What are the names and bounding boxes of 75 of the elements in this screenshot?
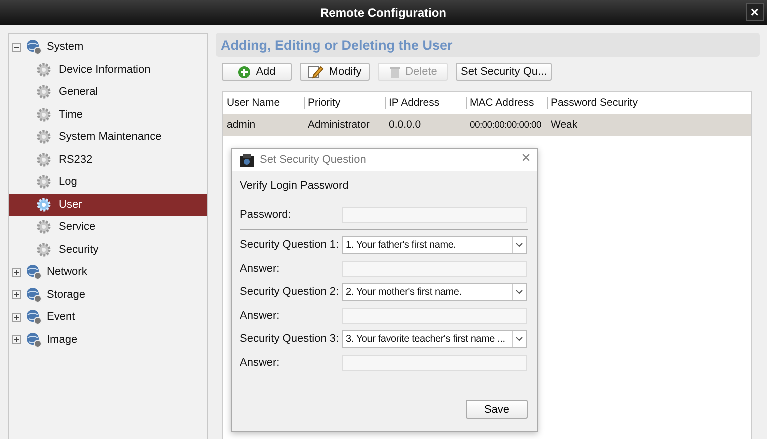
- tree-item[interactable]: Storage: [9, 284, 207, 306]
- tree-item[interactable]: General: [9, 81, 207, 104]
- section-label: Verify Login Password: [240, 180, 350, 194]
- trash-icon: [388, 66, 401, 78]
- expand-toggle-icon[interactable]: [12, 335, 21, 344]
- gear-icon: [37, 152, 51, 167]
- expand-toggle-icon[interactable]: [12, 42, 21, 52]
- column-header[interactable]: IP Address: [385, 97, 466, 109]
- input-field[interactable]: [342, 260, 527, 277]
- globe-gear-icon: [26, 332, 42, 348]
- question-dropdown[interactable]: 3. Your favorite teacher's first name ...: [342, 330, 527, 348]
- tree-item[interactable]: Event: [9, 306, 207, 328]
- column-header[interactable]: Password Security: [547, 97, 751, 109]
- globe-gear-icon: [26, 286, 42, 303]
- column-header[interactable]: MAC Address: [466, 97, 547, 109]
- table-cell-text: admin: [226, 119, 257, 131]
- gear-icon: [37, 108, 51, 122]
- globe-gear-icon: [26, 264, 42, 280]
- gear-icon: [37, 85, 51, 100]
- expand-toggle-icon[interactable]: [12, 312, 21, 322]
- tree-item[interactable]: System: [9, 36, 207, 58]
- close-button[interactable]: ×: [746, 3, 764, 21]
- column-header[interactable]: Priority: [304, 97, 385, 109]
- gear-icon: [37, 175, 51, 190]
- table-cell-text: 00:00:00:00:00:00: [469, 120, 542, 130]
- field-label: Password:: [240, 208, 292, 221]
- tree-item[interactable]: System Maintenance: [9, 126, 207, 148]
- tree-item[interactable]: Device Information: [9, 58, 207, 81]
- camera-icon: [240, 154, 254, 166]
- input-field[interactable]: [342, 206, 527, 223]
- field-label: Answer:: [240, 310, 281, 322]
- gear-icon: [37, 220, 51, 234]
- save-button[interactable]: Save: [466, 400, 528, 419]
- edit-icon: [308, 65, 324, 79]
- dialog-title: Set Security Question: [260, 154, 366, 166]
- plus-icon: [238, 66, 252, 78]
- caret-icon: [516, 336, 523, 342]
- field-label: Security Question 3:: [240, 333, 340, 346]
- input-field[interactable]: [342, 308, 527, 324]
- toolbar-button[interactable]: Set Security Qu...: [456, 63, 552, 81]
- tree-item[interactable]: Security: [9, 238, 207, 261]
- table-row[interactable]: admin Administrator 0.0.0.0 00:00:00:00:00:00 Weak: [223, 114, 751, 136]
- column-header[interactable]: User Name: [223, 97, 304, 109]
- window-title: Remote Configuration: [320, 6, 446, 20]
- section-title: Adding, Editing or Deleting the User: [221, 38, 453, 52]
- close-button[interactable]: ×: [522, 151, 531, 167]
- tree-item[interactable]: RS232: [9, 148, 207, 171]
- field-label: Answer:: [240, 262, 281, 275]
- globe-gear-icon: [26, 309, 42, 326]
- expand-toggle-icon[interactable]: [12, 268, 21, 277]
- question-dropdown[interactable]: 1. Your father's first name.: [342, 236, 527, 254]
- field-label: Security Question 1:: [240, 239, 340, 252]
- gear-icon: [37, 198, 51, 212]
- field-label: Security Question 2:: [240, 286, 340, 298]
- question-dropdown[interactable]: 2. Your mother's first name.: [342, 283, 527, 302]
- field-label: Answer:: [240, 356, 281, 369]
- gear-icon: [37, 242, 51, 257]
- tree-item[interactable]: Log: [9, 171, 207, 194]
- caret-icon: [516, 242, 523, 248]
- table-cell-text: Weak: [550, 119, 579, 131]
- gear-icon: [37, 62, 51, 77]
- toolbar-button[interactable]: Modify: [300, 63, 370, 81]
- tree-item[interactable]: User: [9, 194, 207, 216]
- tree-item[interactable]: Service: [9, 216, 207, 238]
- tree-item[interactable]: Network: [9, 261, 207, 284]
- tree-item[interactable]: Time: [9, 104, 207, 126]
- toolbar-button[interactable]: Add: [222, 63, 292, 81]
- table-cell-text: Administrator: [307, 119, 371, 131]
- table-cell-text: 0.0.0.0: [388, 119, 422, 131]
- input-field[interactable]: [342, 354, 527, 371]
- expand-toggle-icon[interactable]: [12, 290, 21, 300]
- caret-icon: [516, 290, 523, 295]
- tree-item[interactable]: Image: [9, 328, 207, 351]
- gear-icon: [37, 130, 51, 144]
- globe-gear-icon: [26, 39, 42, 56]
